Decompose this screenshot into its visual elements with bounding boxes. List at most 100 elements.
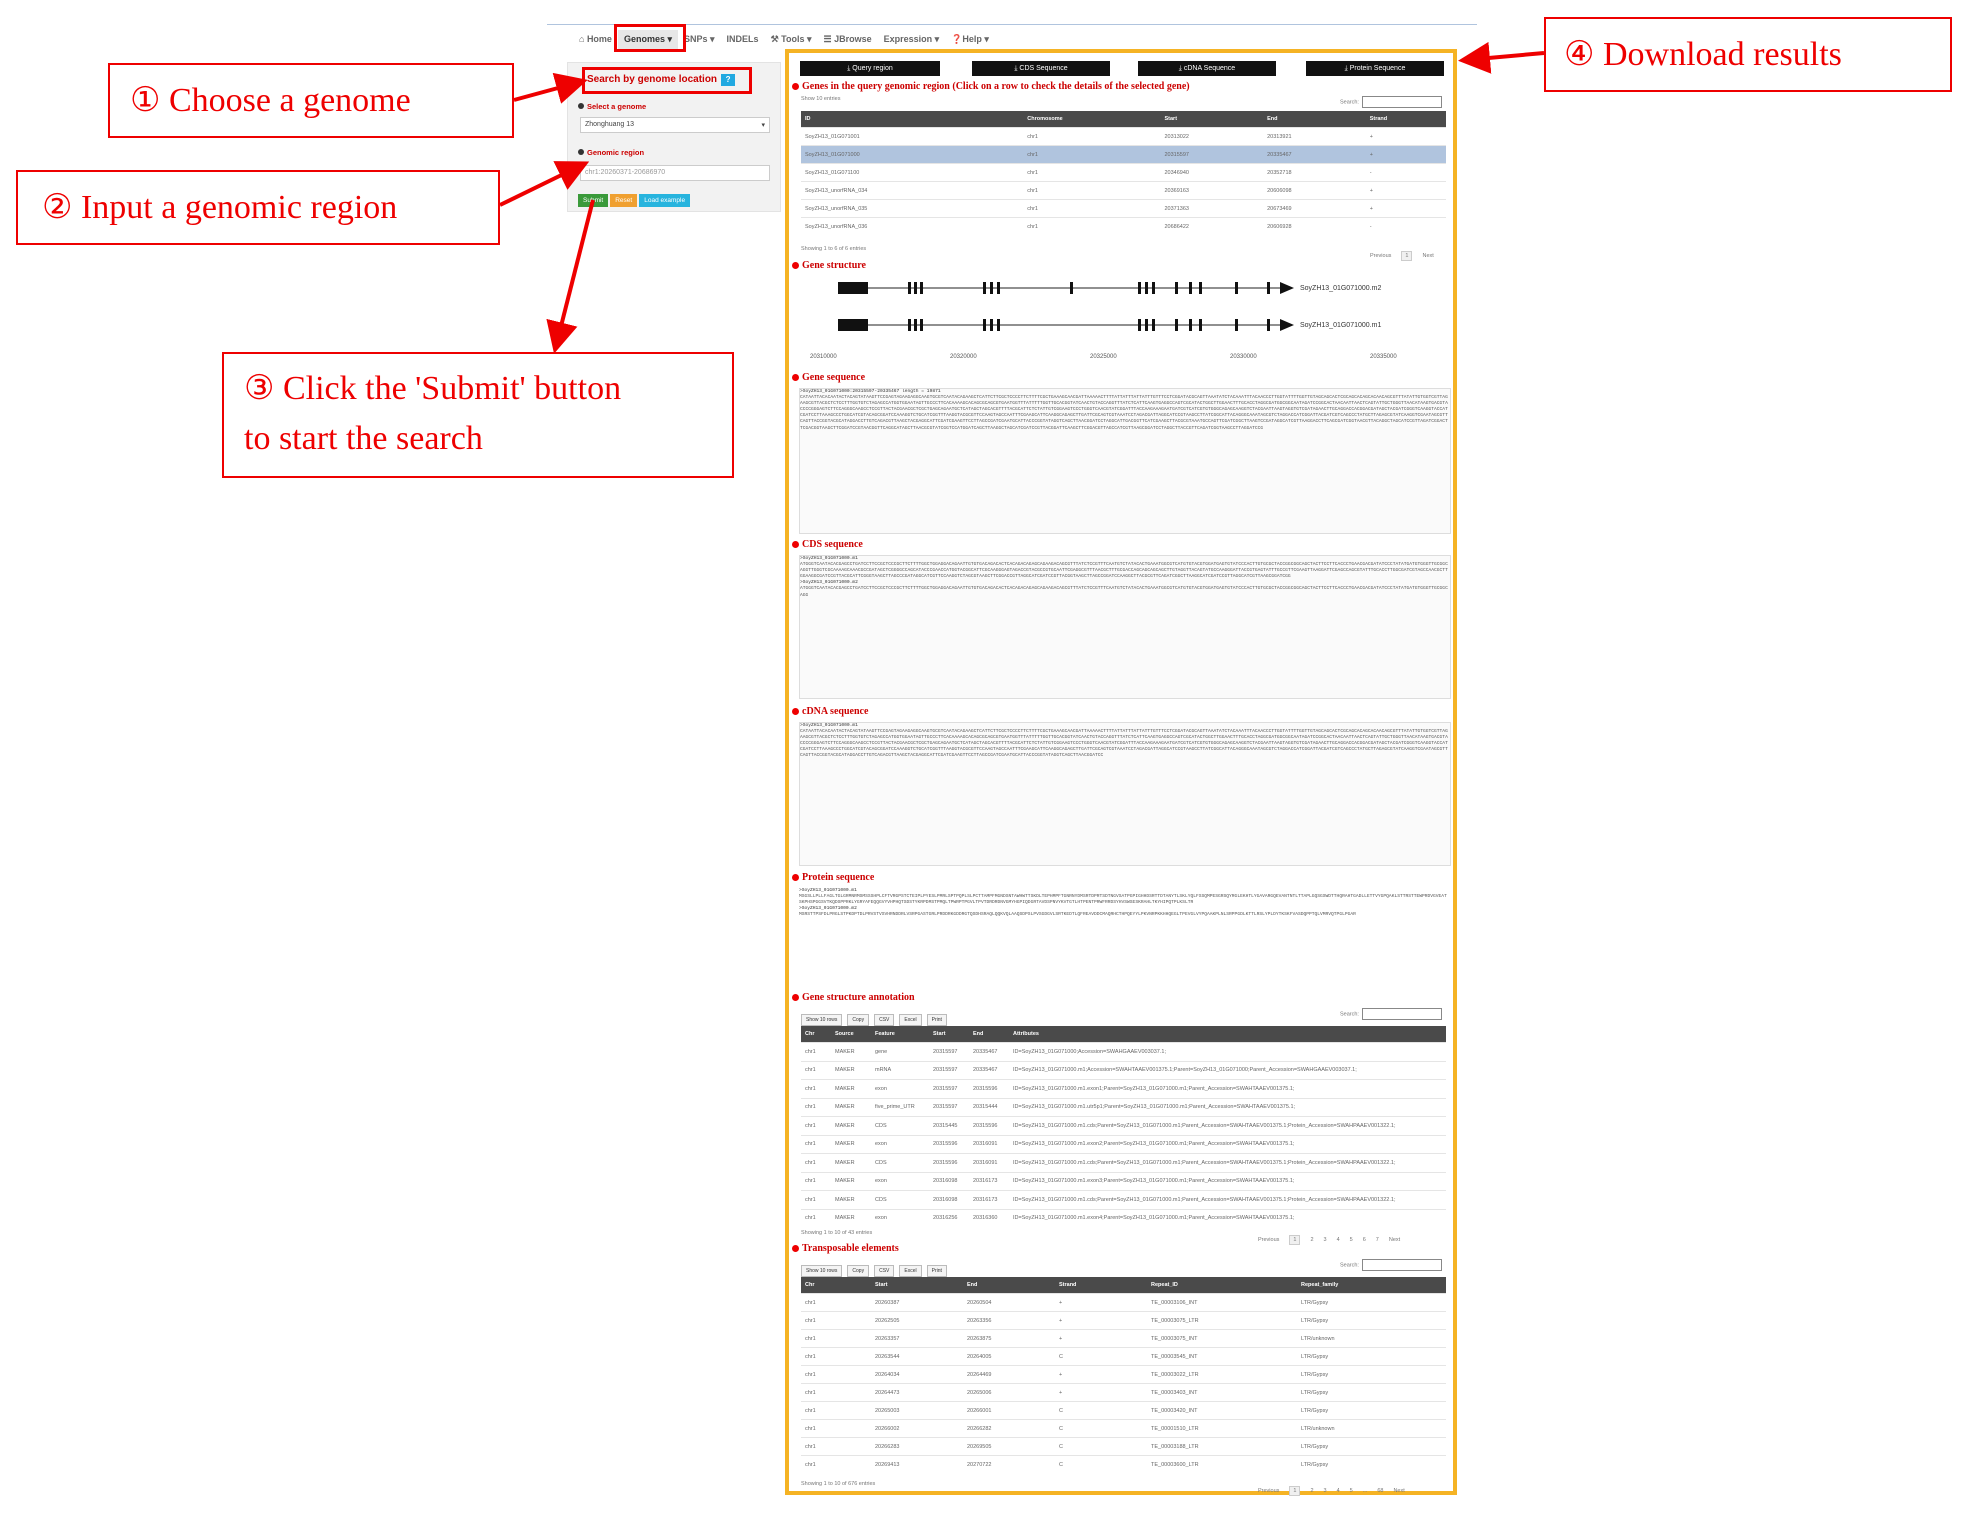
excel-button[interactable]: Excel <box>899 1014 922 1026</box>
table-cell: 20315597 <box>929 1060 969 1080</box>
cdna-sequence-box[interactable]: >SoyZH13_01G071000.m1 CATAATTACACAATACTA… <box>799 722 1451 866</box>
table-row[interactable]: chr1 MAKER CDS 20315596 20316091 ID=SoyZH13_0… <box>801 1153 1446 1172</box>
pager-page[interactable]: 4 <box>1337 1237 1340 1243</box>
cds-sequence-box[interactable]: >SoyZH13_01G071000.m1 ATGGGTCAATACACGAGC… <box>799 555 1451 699</box>
show-rows-button[interactable]: Show 10 rows <box>801 1265 843 1277</box>
pager-page[interactable]: 7 <box>1376 1237 1379 1243</box>
copy-button[interactable]: Copy <box>847 1014 870 1026</box>
table-row[interactable]: chr1 MAKER gene 20315597 20335467 ID=SoyZH13_… <box>801 1042 1446 1061</box>
col-start[interactable]: Start <box>929 1026 969 1043</box>
pager-next[interactable]: Next <box>1422 253 1433 259</box>
col-start[interactable]: Start <box>871 1277 963 1294</box>
pager-page-1[interactable]: 1 <box>1401 251 1413 261</box>
table-row[interactable]: chr1 20265003 20266001 C TE_00003420_INT LTR/… <box>801 1401 1446 1420</box>
table-row[interactable]: chr1 20269413 20270722 C TE_00003600_LTR LTR/… <box>801 1455 1446 1473</box>
table-row[interactable]: SoyZH13_01G071000 chr1 20315597 20335467 + <box>801 145 1446 164</box>
pager-page[interactable]: 2 <box>1310 1488 1313 1494</box>
table-cell: + <box>1365 181 1446 200</box>
table-row[interactable]: chr1 20262505 20263356 + TE_00003075_LTR LTR/… <box>801 1311 1446 1330</box>
pager-page[interactable]: 2 <box>1310 1237 1313 1243</box>
table-row[interactable]: chr1 MAKER exon 20315596 20316091 ID=SoyZH13_… <box>801 1134 1446 1154</box>
table-row[interactable]: chr1 MAKER exon 20316098 20316173 ID=SoyZH13_… <box>801 1171 1446 1191</box>
table-cell: TE_00003545_INT <box>1147 1347 1297 1366</box>
table-row[interactable]: chr1 MAKER five_prime_UTR 20315597 20315444 I… <box>801 1097 1446 1117</box>
te-search-input[interactable] <box>1361 1259 1442 1271</box>
pager-next[interactable]: Next <box>1393 1488 1404 1494</box>
table-row[interactable]: chr1 20263544 20264005 C TE_00003545_INT LTR/… <box>801 1347 1446 1366</box>
pager-next[interactable]: Next <box>1389 1237 1400 1243</box>
protein-sequence-box[interactable]: >SoyZH13_01G071000.m1 MSGSLLPLLFAGLTGLGR… <box>799 888 1449 988</box>
table-cell: chr1 <box>1023 163 1161 182</box>
table-row[interactable]: chr1 MAKER exon 20315597 20315596 ID=SoyZH13_… <box>801 1079 1446 1098</box>
table-row[interactable]: SoyZH13_unorfRNA_036 chr1 20686422 20606928… <box>801 217 1446 235</box>
download-query-region-button[interactable]: ⤓ Query region <box>800 61 940 76</box>
table-row[interactable]: chr1 20263357 20263875 + TE_00003075_INT LTR/… <box>801 1329 1446 1348</box>
pager-page[interactable]: 6 <box>1363 1237 1366 1243</box>
pager-previous[interactable]: Previous <box>1258 1237 1279 1243</box>
table-row[interactable]: chr1 20266002 20266282 C TE_00001510_LTR LTR/… <box>801 1419 1446 1438</box>
table-row[interactable]: chr1 MAKER CDS 20316098 20316173 ID=SoyZH13_0… <box>801 1190 1446 1209</box>
csv-button[interactable]: CSV <box>874 1014 895 1026</box>
pager-page-1[interactable]: 1 <box>1289 1486 1301 1496</box>
genes-search-input[interactable] <box>1361 96 1442 108</box>
copy-button[interactable]: Copy <box>847 1265 870 1277</box>
col-repeat-family[interactable]: Repeat_family <box>1297 1277 1446 1294</box>
table-cell: + <box>1055 1311 1147 1330</box>
gene-seq-title: Gene sequence <box>792 372 865 383</box>
pager-page[interactable]: 4 <box>1337 1488 1340 1494</box>
pager-page[interactable]: 3 <box>1324 1488 1327 1494</box>
table-row[interactable]: chr1 MAKER CDS 20315445 20315596 ID=SoyZH13_0… <box>801 1116 1446 1135</box>
table-row[interactable]: chr1 20264034 20264469 + TE_00003022_LTR LTR/… <box>801 1365 1446 1384</box>
gene-sequence-box[interactable]: >SoyZH13_01G071000:20315597-20335467 len… <box>799 388 1451 534</box>
pager-page[interactable]: 68 <box>1377 1488 1383 1494</box>
show-entries-select[interactable]: Show 10 entries <box>801 96 840 102</box>
table-row[interactable]: SoyZH13_unorfRNA_034 chr1 20369163 20606098… <box>801 181 1446 200</box>
col-feature[interactable]: Feature <box>871 1026 929 1043</box>
print-button[interactable]: Print <box>926 1265 947 1277</box>
col-start[interactable]: Start <box>1160 111 1264 128</box>
table-row[interactable]: SoyZH13_01G071001 chr1 20313022 20313921 + <box>801 127 1446 146</box>
pager-page[interactable]: 3 <box>1324 1237 1327 1243</box>
print-button[interactable]: Print <box>926 1014 947 1026</box>
table-row[interactable]: SoyZH13_01G071100 chr1 20346940 20352718- <box>801 163 1446 182</box>
table-row[interactable]: SoyZH13_unorfRNA_035 chr1 20371363 20673469… <box>801 199 1446 218</box>
col-chr[interactable]: Chr <box>801 1026 831 1043</box>
pager-page[interactable]: 5 <box>1350 1237 1353 1243</box>
col-strand[interactable]: Strand <box>1055 1277 1147 1294</box>
col-chromosome[interactable]: Chromosome <box>1023 111 1161 128</box>
table-cell: chr1 <box>1023 199 1161 218</box>
download-protein-button[interactable]: ⤓ Protein Sequence <box>1306 61 1444 76</box>
pager-previous[interactable]: Previous <box>1370 253 1391 259</box>
col-end[interactable]: End <box>1263 111 1366 128</box>
seq-body: MSRSTTPSFDLPRGLSTPKDPTDLPRVSTVSVHRNDDRLV… <box>799 912 1356 918</box>
col-repeat-id[interactable]: Repeat_ID <box>1147 1277 1297 1294</box>
col-id[interactable]: ID <box>801 111 1024 128</box>
table-cell: 20673469 <box>1263 199 1366 218</box>
pager-previous[interactable]: Previous <box>1258 1488 1279 1494</box>
col-end[interactable]: End <box>969 1026 1009 1043</box>
table-row[interactable]: chr1 20266283 20269505 C TE_00003188_LTR LTR/… <box>801 1437 1446 1456</box>
csv-button[interactable]: CSV <box>874 1265 895 1277</box>
excel-button[interactable]: Excel <box>899 1265 922 1277</box>
col-attributes[interactable]: Attributes <box>1009 1026 1446 1043</box>
table-cell: exon <box>871 1208 929 1227</box>
table-row[interactable]: chr1 20260387 20260504 + TE_00003106_INT LTR/… <box>801 1293 1446 1312</box>
pager-page-1[interactable]: 1 <box>1289 1235 1301 1245</box>
transcript-m1[interactable] <box>838 319 1294 331</box>
col-strand[interactable]: Strand <box>1365 111 1446 128</box>
col-source[interactable]: Source <box>831 1026 871 1043</box>
pager-page[interactable]: 5 <box>1350 1488 1353 1494</box>
show-rows-button[interactable]: Show 10 rows <box>801 1014 843 1026</box>
download-cds-button[interactable]: ⤓ CDS Sequence <box>972 61 1110 76</box>
col-end[interactable]: End <box>963 1277 1055 1294</box>
download-cdna-button[interactable]: ⤓ cDNA Sequence <box>1138 61 1276 76</box>
table-row[interactable]: chr1 20264473 20265006 + TE_00003403_INT LTR/… <box>801 1383 1446 1402</box>
table-cell: ID=SoyZH13_01G071000.m1.cds;Parent=SoyZH… <box>1009 1190 1446 1209</box>
col-chr[interactable]: Chr <box>801 1277 871 1294</box>
table-cell: chr1 <box>801 1116 831 1135</box>
transcript-m2[interactable] <box>838 282 1294 294</box>
table-row[interactable]: chr1 MAKER exon 20316256 20316360 ID=SoyZH13_… <box>801 1208 1446 1227</box>
table-cell: chr1 <box>801 1383 871 1402</box>
annotation-search-input[interactable] <box>1361 1008 1442 1020</box>
table-row[interactable]: chr1 MAKER mRNA 20315597 20335467 ID=SoyZH13_… <box>801 1060 1446 1080</box>
